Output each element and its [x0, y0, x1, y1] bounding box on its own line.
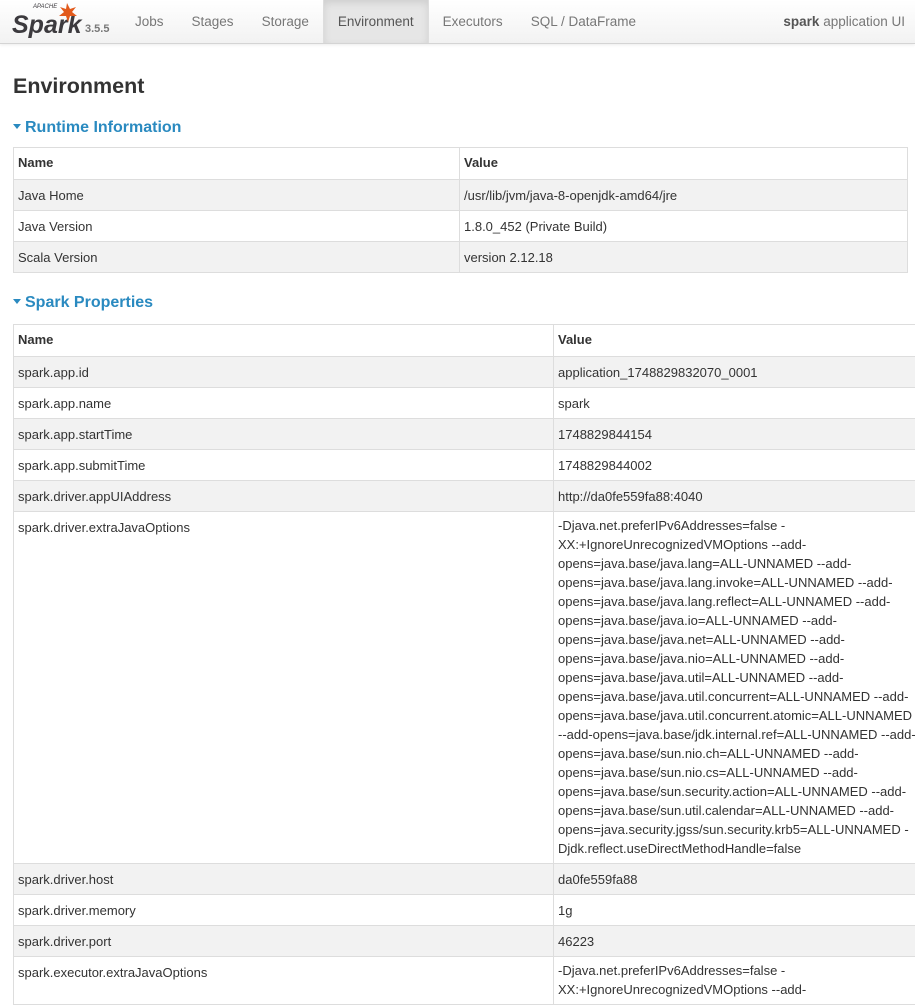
spark-properties-table: Name Value spark.app.id application_1748…	[13, 324, 915, 1005]
table-row: Java Version 1.8.0_452 (Private Build)	[14, 211, 908, 242]
tab-stages[interactable]: Stages	[178, 0, 248, 43]
property-value: -Djava.net.preferIPv6Addresses=false -XX…	[554, 512, 915, 864]
property-name: spark.app.id	[14, 357, 554, 388]
property-value: -Djava.net.preferIPv6Addresses=false -XX…	[554, 957, 915, 1005]
runtime-info-toggle[interactable]: Runtime Information	[13, 118, 915, 138]
property-name: spark.driver.host	[14, 864, 554, 895]
property-name: spark.executor.extraJavaOptions	[14, 957, 554, 1005]
property-name: Java Version	[14, 211, 460, 242]
column-header-value[interactable]: Value	[554, 325, 915, 357]
property-name: spark.app.submitTime	[14, 450, 554, 481]
collapse-arrow-icon	[13, 299, 21, 304]
table-row: Java Home /usr/lib/jvm/java-8-openjdk-am…	[14, 180, 908, 211]
table-header-row: Name Value	[14, 325, 915, 357]
property-value: da0fe559fa88	[554, 864, 915, 895]
app-suffix: application UI	[819, 14, 905, 29]
spark-logo-icon: APACHE Spark	[11, 1, 83, 41]
property-name: spark.driver.port	[14, 926, 554, 957]
top-navbar: APACHE Spark 3.5.5 Jobs Stages Storage E…	[0, 0, 915, 44]
runtime-info-table: Name Value Java Home /usr/lib/jvm/java-8…	[13, 147, 908, 273]
table-row: spark.driver.memory 1g	[14, 895, 915, 926]
property-value: 1.8.0_452 (Private Build)	[460, 211, 908, 242]
spark-properties-title: Spark Properties	[25, 294, 153, 311]
property-value: 1748829844002	[554, 450, 915, 481]
table-row: spark.app.submitTime 1748829844002	[14, 450, 915, 481]
table-row: spark.app.startTime 1748829844154	[14, 419, 915, 450]
nav-tabs: Jobs Stages Storage Environment Executor…	[121, 0, 650, 43]
table-row: spark.driver.host da0fe559fa88	[14, 864, 915, 895]
spark-version: 3.5.5	[85, 23, 109, 35]
tab-executors[interactable]: Executors	[429, 0, 517, 43]
table-row: spark.app.id application_1748829832070_0…	[14, 357, 915, 388]
page-title: Environment	[13, 74, 915, 98]
property-name: spark.app.name	[14, 388, 554, 419]
property-value: http://da0fe559fa88:4040	[554, 481, 915, 512]
property-value: spark	[554, 388, 915, 419]
table-row: spark.driver.appUIAddress http://da0fe55…	[14, 481, 915, 512]
tab-environment[interactable]: Environment	[323, 0, 429, 43]
table-header-row: Name Value	[14, 148, 908, 180]
property-value: 1748829844154	[554, 419, 915, 450]
property-value: 1g	[554, 895, 915, 926]
table-row: spark.driver.extraJavaOptions -Djava.net…	[14, 512, 915, 864]
property-name: spark.driver.appUIAddress	[14, 481, 554, 512]
column-header-name[interactable]: Name	[14, 148, 460, 180]
table-row: Scala Version version 2.12.18	[14, 242, 908, 273]
svg-text:APACHE: APACHE	[32, 4, 58, 10]
column-header-name[interactable]: Name	[14, 325, 554, 357]
collapse-arrow-icon	[13, 124, 21, 129]
app-name: spark	[783, 14, 819, 29]
table-row: spark.driver.port 46223	[14, 926, 915, 957]
tab-jobs[interactable]: Jobs	[121, 0, 178, 43]
table-row: spark.app.name spark	[14, 388, 915, 419]
runtime-info-title: Runtime Information	[25, 119, 181, 136]
tab-sql-dataframe[interactable]: SQL / DataFrame	[517, 0, 650, 43]
property-name: spark.app.startTime	[14, 419, 554, 450]
property-name: spark.driver.extraJavaOptions	[14, 512, 554, 864]
property-value: 46223	[554, 926, 915, 957]
table-row: spark.executor.extraJavaOptions -Djava.n…	[14, 957, 915, 1005]
property-name: Java Home	[14, 180, 460, 211]
main-content: Environment Runtime Information Name Val…	[0, 74, 915, 1005]
tab-storage[interactable]: Storage	[248, 0, 323, 43]
property-value: application_1748829832070_0001	[554, 357, 915, 388]
property-value: version 2.12.18	[460, 242, 908, 273]
property-name: Scala Version	[14, 242, 460, 273]
app-title: spark application UI	[783, 0, 905, 43]
property-name: spark.driver.memory	[14, 895, 554, 926]
column-header-value[interactable]: Value	[460, 148, 908, 180]
property-value: /usr/lib/jvm/java-8-openjdk-amd64/jre	[460, 180, 908, 211]
spark-logo[interactable]: APACHE Spark 3.5.5	[11, 1, 121, 41]
spark-properties-toggle[interactable]: Spark Properties	[13, 293, 915, 313]
